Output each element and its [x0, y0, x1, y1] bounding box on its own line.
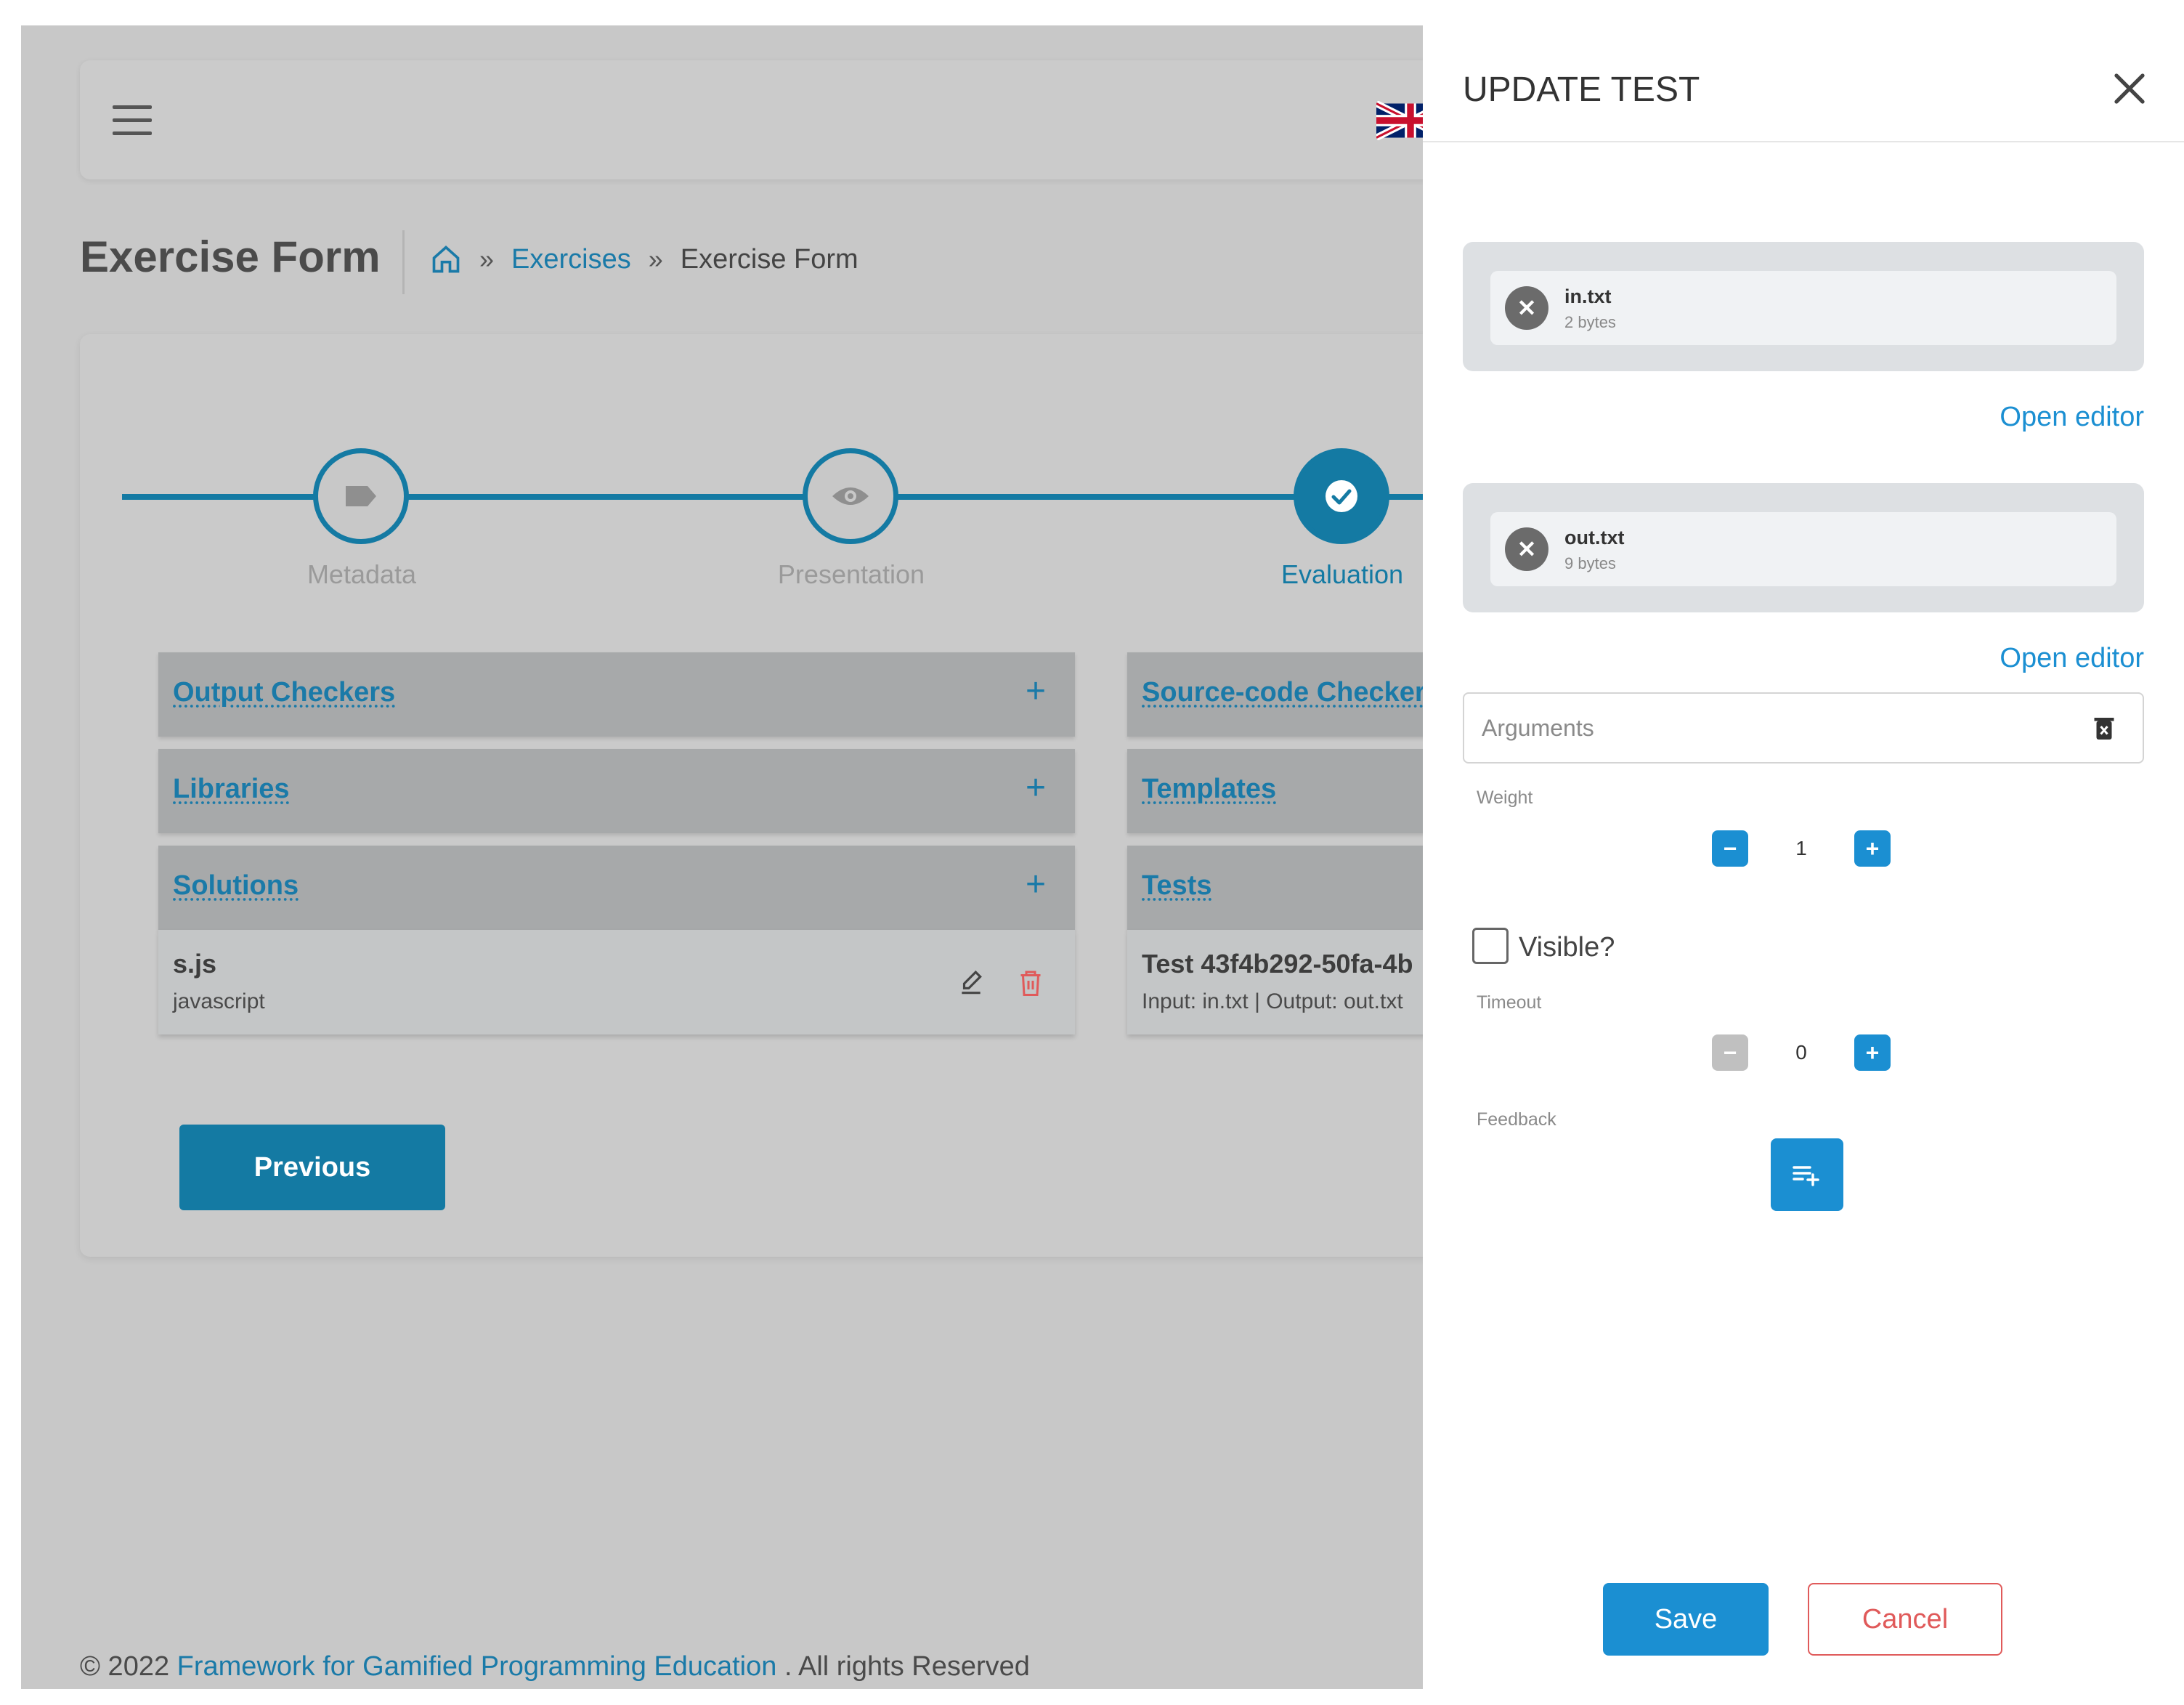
- input-file-chip: ✕ in.txt 2 bytes: [1490, 271, 2116, 345]
- breadcrumb-link-exercises[interactable]: Exercises: [511, 244, 631, 275]
- footer-copyright: © 2022: [80, 1651, 170, 1682]
- panel-source-code-checkers[interactable]: Source-code Checkers: [1127, 652, 1423, 737]
- add-feedback-button[interactable]: [1771, 1138, 1843, 1211]
- panel-title[interactable]: Tests: [1142, 870, 1211, 902]
- check-icon: [1326, 480, 1357, 512]
- list-item-solution: s.js javascript: [158, 930, 1075, 1034]
- playlist-add-icon: [1793, 1166, 1819, 1186]
- arguments-input[interactable]: [1463, 692, 2144, 764]
- breadcrumb-current: Exercise Form: [680, 243, 858, 275]
- visible-label[interactable]: Visible?: [1519, 932, 1615, 963]
- remove-file-icon[interactable]: ✕: [1505, 286, 1548, 330]
- breadcrumb: » Exercises » Exercise Form: [430, 243, 858, 275]
- panel-title[interactable]: Source-code Checkers: [1142, 677, 1423, 708]
- weight-decrement-button[interactable]: −: [1712, 830, 1748, 867]
- page-title: Exercise Form: [80, 232, 381, 281]
- input-file-name: in.txt: [1564, 285, 1612, 307]
- open-editor-output-link[interactable]: Open editor: [2000, 643, 2144, 674]
- open-editor-input-link[interactable]: Open editor: [2000, 402, 2144, 433]
- timeout-increment-button[interactable]: +: [1854, 1034, 1891, 1071]
- panel-templates[interactable]: Templates: [1127, 749, 1423, 833]
- add-icon[interactable]: +: [1026, 768, 1046, 808]
- solution-language: javascript: [173, 989, 265, 1013]
- close-icon[interactable]: [2108, 67, 2151, 110]
- step-presentation[interactable]: [803, 448, 898, 544]
- panel-tests[interactable]: Tests: [1127, 846, 1423, 930]
- drawer-title: UPDATE TEST: [1463, 70, 1700, 109]
- panel-title[interactable]: Templates: [1142, 774, 1276, 805]
- step-label-metadata: Metadata: [307, 559, 417, 589]
- weight-label: Weight: [1477, 787, 1533, 808]
- panel-title[interactable]: Libraries: [173, 774, 290, 805]
- test-detail: Input: in.txt | Output: out.txt: [1142, 989, 1403, 1013]
- top-navbar: [80, 60, 1423, 179]
- add-icon[interactable]: +: [1026, 864, 1046, 904]
- breadcrumb-separator: »: [479, 244, 495, 274]
- output-file-chip: ✕ out.txt 9 bytes: [1490, 512, 2116, 586]
- output-file-size: 9 bytes: [1564, 554, 1616, 572]
- title-divider: [402, 230, 405, 294]
- home-icon[interactable]: [430, 243, 462, 275]
- step-label-evaluation: Evaluation: [1280, 559, 1404, 589]
- weight-increment-button[interactable]: +: [1854, 830, 1891, 867]
- test-name: Test 43f4b292-50fa-4b: [1142, 949, 1413, 979]
- weight-value[interactable]: 1: [1779, 837, 1823, 860]
- remove-file-icon[interactable]: ✕: [1505, 527, 1548, 571]
- output-file-name: out.txt: [1564, 527, 1625, 548]
- cancel-button[interactable]: Cancel: [1808, 1583, 2002, 1656]
- solution-name: s.js: [173, 949, 217, 979]
- output-file-dropzone[interactable]: ✕ out.txt 9 bytes: [1463, 483, 2144, 612]
- uk-flag-icon[interactable]: [1376, 101, 1423, 140]
- panel-title[interactable]: Solutions: [173, 870, 299, 902]
- trash-icon[interactable]: [1018, 968, 1044, 997]
- input-file-size: 2 bytes: [1564, 313, 1616, 331]
- step-metadata[interactable]: [313, 448, 409, 544]
- edit-icon[interactable]: [957, 970, 985, 997]
- panel-title[interactable]: Output Checkers: [173, 677, 395, 708]
- footer-suffix: . All rights Reserved: [784, 1651, 1030, 1682]
- panel-libraries[interactable]: Libraries +: [158, 749, 1075, 833]
- tag-icon: [346, 486, 376, 506]
- eye-icon: [832, 487, 869, 505]
- step-label-presentation: Presentation: [777, 559, 925, 589]
- clear-arguments-icon[interactable]: [2093, 716, 2115, 742]
- timeout-label: Timeout: [1477, 992, 1542, 1013]
- footer: © 2022 Framework for Gamified Programmin…: [80, 1651, 1030, 1682]
- breadcrumb-separator: »: [648, 244, 663, 274]
- list-item-test: Test 43f4b292-50fa-4b Input: in.txt | Ou…: [1127, 930, 1423, 1034]
- save-button[interactable]: Save: [1603, 1583, 1769, 1656]
- previous-button[interactable]: Previous: [179, 1125, 445, 1210]
- add-icon[interactable]: +: [1026, 671, 1046, 711]
- footer-link[interactable]: Framework for Gamified Programming Educa…: [177, 1651, 777, 1682]
- hamburger-menu-icon[interactable]: [113, 105, 152, 137]
- background-page: Exercise Form » Exercises » Exercise For…: [21, 25, 1423, 1689]
- timeout-decrement-button[interactable]: −: [1712, 1034, 1748, 1071]
- panel-output-checkers[interactable]: Output Checkers +: [158, 652, 1075, 737]
- feedback-label: Feedback: [1477, 1109, 1556, 1130]
- drawer-divider: [1423, 141, 2184, 142]
- timeout-value[interactable]: 0: [1779, 1041, 1823, 1064]
- panel-solutions[interactable]: Solutions +: [158, 846, 1075, 930]
- step-evaluation[interactable]: [1294, 448, 1389, 544]
- input-file-dropzone[interactable]: ✕ in.txt 2 bytes: [1463, 242, 2144, 371]
- visible-checkbox[interactable]: [1472, 928, 1509, 964]
